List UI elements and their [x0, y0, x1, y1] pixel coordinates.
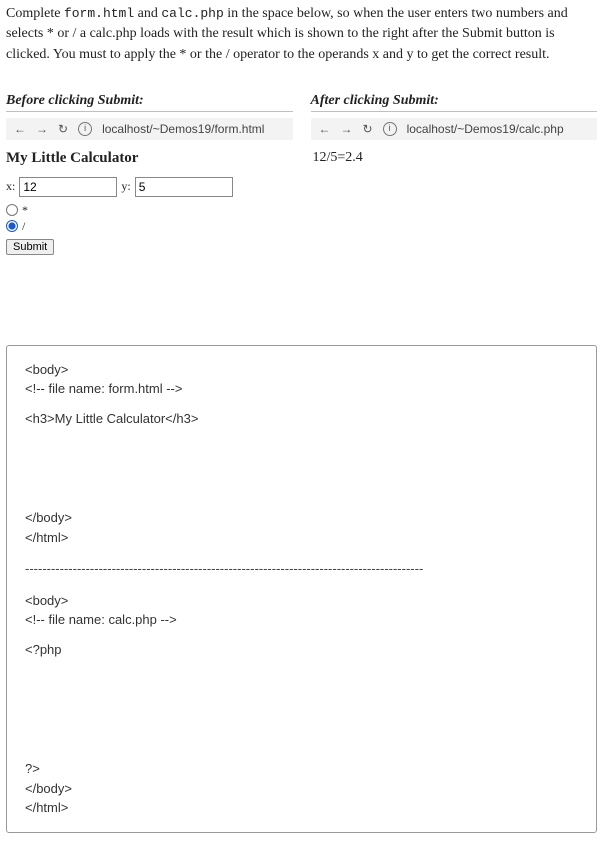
form-comment: <!-- file name: form.html --> [25, 379, 578, 399]
calc-body-close: </body> [25, 779, 578, 799]
calc-comment: <!-- file name: calc.php --> [25, 610, 578, 630]
url-text-after: localhost/~Demos19/calc.php [407, 122, 564, 136]
calc-body-open: <body> [25, 591, 578, 611]
op-divide-label: / [22, 219, 25, 234]
browser-urlbar-after: ← → ↻ i localhost/~Demos19/calc.php [311, 118, 598, 140]
browser-urlbar-before: ← → ↻ i localhost/~Demos19/form.html [6, 118, 293, 140]
submit-button[interactable]: Submit [6, 239, 54, 255]
after-heading: After clicking Submit: [311, 93, 598, 112]
x-input[interactable] [19, 177, 117, 197]
reload-icon[interactable]: ↻ [58, 122, 68, 136]
instr-part1: Complete [6, 6, 64, 21]
nav-forward-icon[interactable]: → [341, 122, 353, 136]
form-body-close: </body> [25, 508, 578, 528]
question-instructions: Complete form.html and calc.php in the s… [6, 4, 597, 65]
after-column: After clicking Submit: ← → ↻ i localhost… [311, 93, 598, 255]
nav-back-icon[interactable]: ← [14, 122, 26, 136]
before-heading: Before clicking Submit: [6, 93, 293, 112]
y-label: y: [121, 179, 130, 194]
op-divide-radio[interactable] [6, 220, 18, 232]
nav-back-icon[interactable]: ← [319, 122, 331, 136]
before-column: Before clicking Submit: ← → ↻ i localhos… [6, 93, 293, 255]
divider-dashes: ----------------------------------------… [25, 559, 578, 579]
php-open: <?php [25, 640, 578, 660]
page-title: My Little Calculator [6, 150, 293, 167]
form-h3: <h3>My Little Calculator</h3> [25, 409, 578, 429]
instr-part2: and [134, 6, 161, 21]
info-icon: i [78, 122, 92, 136]
answer-box[interactable]: <body> <!-- file name: form.html --> <h3… [6, 345, 597, 833]
url-text-before: localhost/~Demos19/form.html [102, 122, 264, 136]
op-divide-row[interactable]: / [6, 219, 293, 234]
x-label: x: [6, 179, 15, 194]
php-close: ?> [25, 759, 578, 779]
form-html-close: </html> [25, 528, 578, 548]
instr-code2: calc.php [161, 6, 223, 21]
result-output: 12/5=2.4 [313, 150, 598, 166]
xy-row: x: y: [6, 177, 293, 197]
form-body-open: <body> [25, 360, 578, 380]
op-multiply-radio[interactable] [6, 204, 18, 216]
reload-icon[interactable]: ↻ [363, 122, 373, 136]
instr-code1: form.html [64, 6, 134, 21]
nav-forward-icon[interactable]: → [36, 122, 48, 136]
y-input[interactable] [135, 177, 233, 197]
info-icon: i [383, 122, 397, 136]
op-multiply-row[interactable]: * [6, 203, 293, 218]
op-multiply-label: * [22, 203, 28, 218]
